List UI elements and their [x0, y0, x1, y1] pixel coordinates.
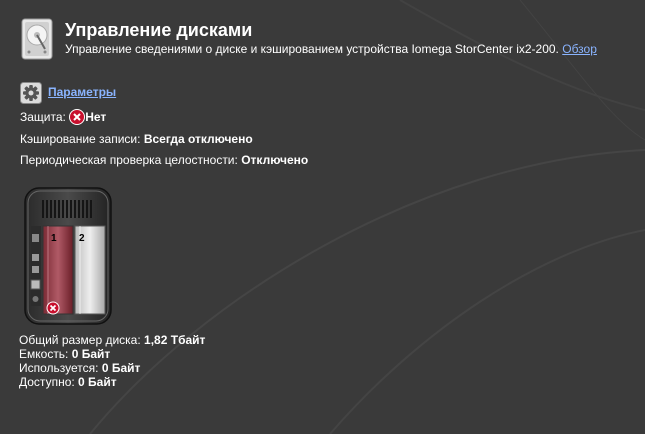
page-subtitle: Управление сведениями о диске и кэширова…: [65, 42, 597, 56]
stat-total-label: Общий размер диска:: [19, 333, 141, 347]
protection-line: Защита: Нет: [20, 109, 107, 125]
integrity-check-label: Периодическая проверка целостности:: [20, 153, 238, 167]
overview-link[interactable]: Обзор: [562, 42, 597, 56]
write-cache-label: Кэширование записи:: [20, 132, 141, 146]
integrity-check-line: Периодическая проверка целостности: Откл…: [20, 153, 308, 167]
write-cache-line: Кэширование записи: Всегда отключено: [20, 132, 253, 146]
stat-used-value: 0 Байт: [101, 361, 141, 375]
disk-stats: Общий размер диска: 1,82 Тбайт Емкость: …: [19, 333, 205, 389]
bay-1-label: 1: [51, 233, 57, 244]
protection-value: Нет: [85, 110, 107, 124]
stat-total: Общий размер диска: 1,82 Тбайт: [19, 333, 205, 347]
storcenter-device[interactable]: 1 2: [24, 186, 112, 326]
error-x-icon: [69, 109, 86, 125]
gear-icon[interactable]: [20, 82, 42, 104]
bay-2-label: 2: [79, 233, 85, 244]
stat-available-label: Доступно:: [19, 375, 75, 389]
stat-capacity: Емкость: 0 Байт: [19, 347, 205, 361]
params-link[interactable]: Параметры: [48, 85, 116, 99]
page-title: Управление дисками: [65, 20, 253, 40]
stat-capacity-value: 0 Байт: [71, 347, 111, 361]
subtitle-text: Управление сведениями о диске и кэширова…: [65, 42, 559, 56]
page-header: Управление дисками Управление сведениями…: [21, 18, 641, 62]
write-cache-value: Всегда отключено: [143, 132, 253, 146]
protection-label: Защита:: [20, 110, 66, 124]
stat-available: Доступно: 0 Байт: [19, 375, 205, 389]
stat-capacity-label: Емкость:: [19, 347, 69, 361]
integrity-check-value: Отключено: [241, 153, 309, 167]
bay-error-x-icon: [46, 301, 60, 315]
hard-drive-icon: [21, 18, 53, 60]
stat-total-value: 1,82 Тбайт: [144, 333, 206, 347]
stat-used: Используется: 0 Байт: [19, 361, 205, 375]
stat-available-value: 0 Байт: [78, 375, 117, 389]
device-illustration: 1 2: [24, 187, 112, 325]
stat-used-label: Используется:: [19, 361, 99, 375]
